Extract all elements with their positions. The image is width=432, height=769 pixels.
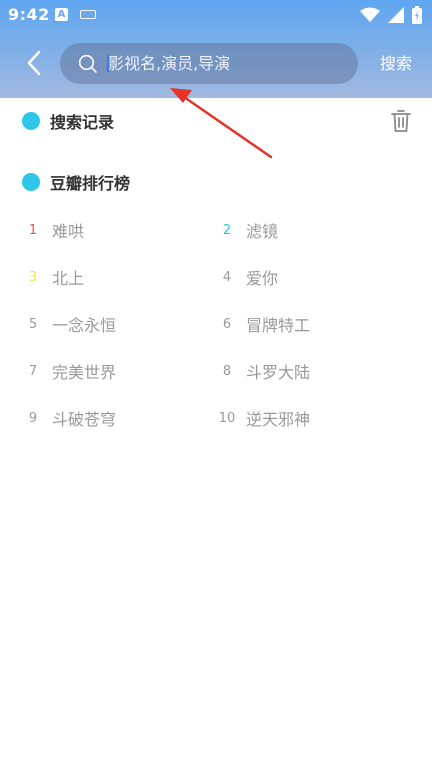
rank-title: 冒牌特工 [246, 316, 311, 335]
ranking-title: 豆瓣排行榜 [50, 174, 131, 193]
ranking-item[interactable]: 4 爱你 [212, 264, 278, 290]
history-section-header: 搜索记录 [22, 109, 114, 133]
search-page: 9:42 A 影视名,演员,导演 搜索 搜索记录 豆瓣排行榜 1 难哄 2 滤镜… [0, 0, 432, 769]
ranking-item[interactable]: 10 逆天邪神 [212, 405, 310, 431]
rank-title: 北上 [52, 269, 85, 288]
rank-title: 滤镜 [246, 222, 279, 241]
chevron-left-icon [27, 50, 41, 76]
rank-number: 5 [28, 316, 38, 332]
ranking-item[interactable]: 9 斗破苍穹 [18, 405, 116, 431]
keyboard-icon [80, 10, 96, 19]
back-button[interactable] [16, 44, 52, 82]
search-icon [78, 54, 97, 73]
search-button[interactable]: 搜索 [372, 51, 420, 77]
ranking-section-header: 豆瓣排行榜 [22, 170, 130, 194]
status-bar: 9:42 A [0, 0, 432, 30]
section-dot-icon [22, 112, 40, 130]
history-title: 搜索记录 [50, 113, 115, 132]
rank-number: 10 [218, 410, 236, 426]
trash-icon[interactable] [390, 109, 412, 133]
ranking-item[interactable]: 5 一念永恒 [18, 311, 116, 337]
header: 9:42 A 影视名,演员,导演 搜索 [0, 0, 432, 98]
notification-a-icon: A [55, 8, 68, 21]
rank-title: 一念永恒 [52, 316, 117, 335]
rank-title: 斗罗大陆 [246, 363, 311, 382]
ranking-item[interactable]: 1 难哄 [18, 217, 84, 243]
rank-number: 2 [222, 222, 232, 238]
rank-number: 4 [222, 269, 232, 285]
section-dot-icon [22, 173, 40, 191]
ranking-item[interactable]: 8 斗罗大陆 [212, 358, 310, 384]
search-input[interactable] [108, 43, 348, 84]
status-icons [360, 6, 422, 24]
rank-number: 7 [28, 363, 38, 379]
rank-title: 完美世界 [52, 363, 117, 382]
ranking-item[interactable]: 6 冒牌特工 [212, 311, 310, 337]
rank-number: 1 [28, 222, 38, 238]
rank-title: 难哄 [52, 222, 85, 241]
rank-title: 斗破苍穹 [52, 410, 117, 429]
ranking-item[interactable]: 3 北上 [18, 264, 84, 290]
rank-number: 6 [222, 316, 232, 332]
wifi-icon [360, 7, 380, 23]
signal-icon [388, 7, 404, 23]
rank-title: 爱你 [246, 269, 279, 288]
battery-icon [412, 6, 422, 24]
rank-number: 9 [28, 410, 38, 426]
rank-number: 3 [28, 269, 38, 285]
status-time: 9:42 [8, 5, 50, 24]
rank-number: 8 [222, 363, 232, 379]
rank-title: 逆天邪神 [246, 410, 311, 429]
ranking-item[interactable]: 7 完美世界 [18, 358, 116, 384]
search-box[interactable] [60, 43, 358, 84]
ranking-item[interactable]: 2 滤镜 [212, 217, 278, 243]
